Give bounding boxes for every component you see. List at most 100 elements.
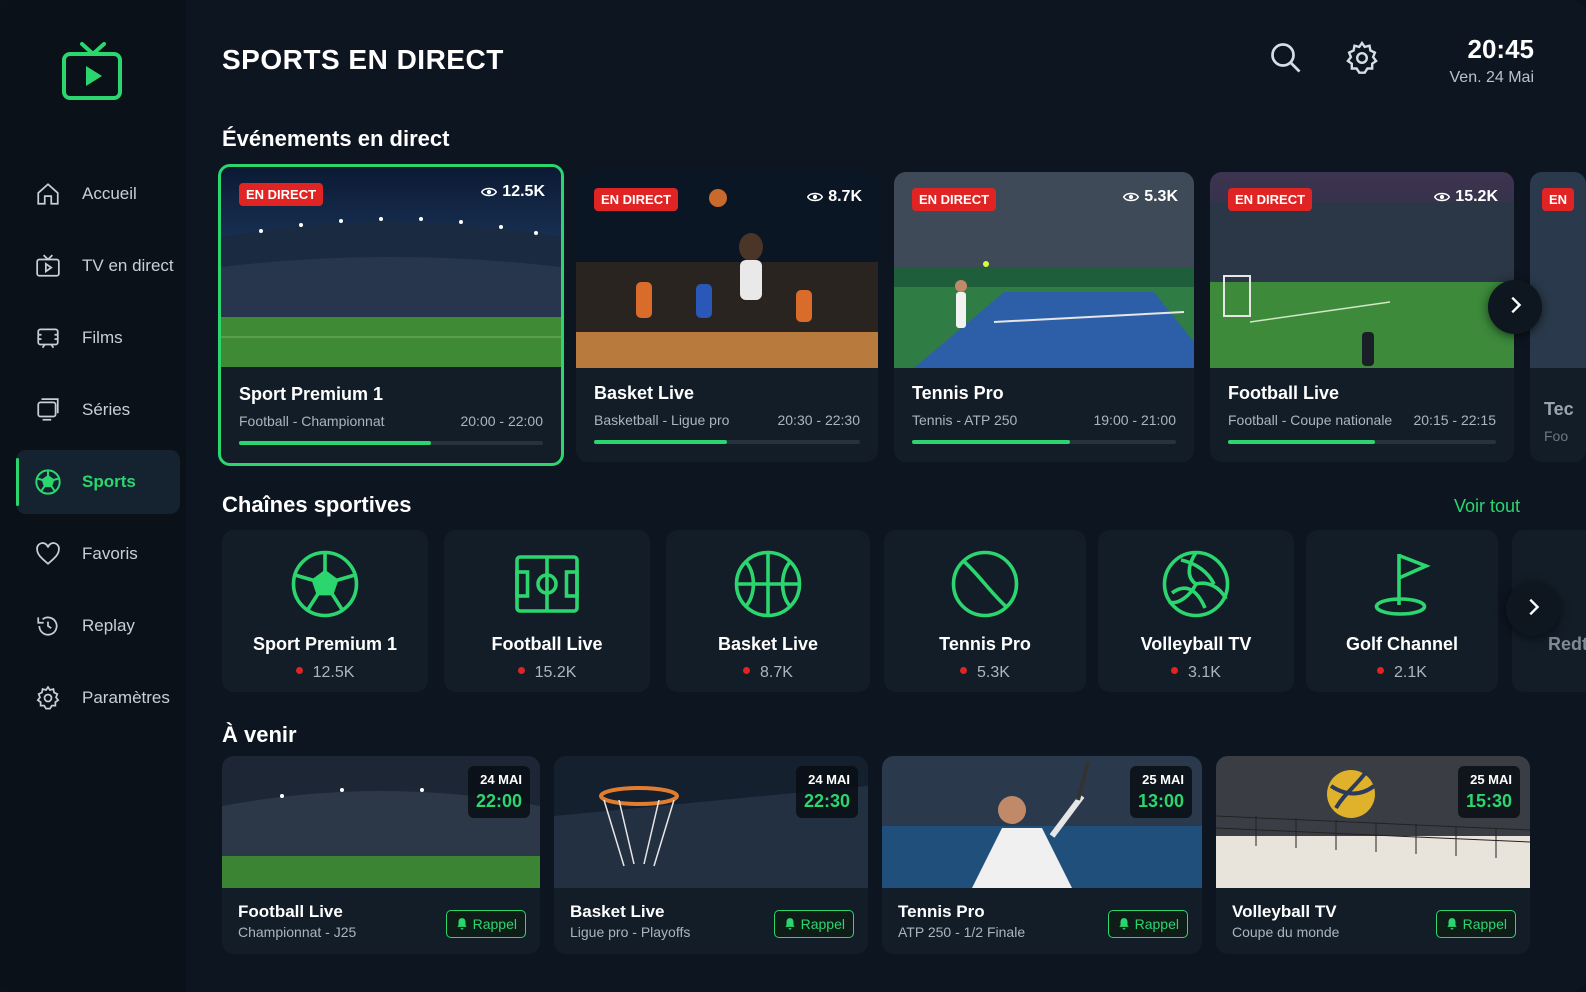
sidebar-item-label: Favoris	[82, 544, 138, 563]
card-title: Tennis Pro	[912, 383, 1004, 403]
tv-logo-icon[interactable]	[60, 40, 124, 104]
channel-viewers: 2.1K	[1306, 664, 1498, 682]
next-live-button[interactable]	[1488, 280, 1542, 334]
date-badge: 25 MAI 13:00	[1129, 766, 1192, 818]
event-date: 24 MAI	[808, 772, 850, 787]
live-badge: EN DIRECT	[912, 188, 997, 211]
sidebar-item-films[interactable]: Films	[16, 306, 180, 370]
channel-card[interactable]: Tennis Pro 5.3K	[884, 530, 1086, 692]
channel-card[interactable]: Football Live 15.2K	[444, 530, 650, 692]
event-time: 22:00	[475, 791, 522, 811]
progress-bar	[1228, 440, 1496, 444]
live-dot	[960, 667, 968, 675]
event-date: 24 MAI	[480, 772, 522, 787]
live-dot	[743, 667, 751, 675]
see-all-link[interactable]: Voir tout	[1454, 496, 1520, 517]
gear-icon	[1344, 40, 1380, 81]
event-date: 25 MAI	[1470, 772, 1512, 787]
event-time: 13:00	[1137, 791, 1184, 811]
chevron-right-icon	[1522, 596, 1544, 623]
sidebar-item-label: Replay	[82, 616, 135, 635]
date-badge: 24 MAI 22:30	[795, 766, 858, 818]
card-time: 20:00 - 22:00	[460, 413, 543, 429]
search-button[interactable]	[1266, 40, 1306, 80]
progress-bar	[912, 440, 1176, 444]
channel-viewers: 5.3K	[884, 664, 1086, 682]
date-badge: 24 MAI 22:00	[467, 766, 530, 818]
card-time: 20:15 - 22:15	[1413, 412, 1496, 428]
card-title: Football Live	[238, 902, 343, 921]
card-title: Football Live	[1228, 383, 1340, 403]
football-pitch-icon	[515, 555, 579, 613]
sidebar-item-replay[interactable]: Replay	[16, 594, 180, 658]
channel-viewers: 3.1K	[1098, 664, 1294, 682]
sidebar-item-tv-en-direct[interactable]: TV en direct	[16, 234, 180, 298]
channel-name: Tennis Pro	[939, 634, 1031, 654]
heart-icon	[34, 540, 62, 568]
reminder-button[interactable]: Rappel	[1107, 910, 1188, 938]
sidebar-item-series[interactable]: Séries	[16, 378, 180, 442]
channel-card[interactable]: Basket Live 8.7K	[666, 530, 870, 692]
upcoming-section-title: À venir	[222, 722, 297, 747]
clock-date: Ven. 24 Mai	[1449, 69, 1535, 86]
channel-viewers: 12.5K	[222, 664, 428, 682]
eye-icon	[1434, 192, 1451, 202]
sidebar-item-favoris[interactable]: Favoris	[16, 522, 180, 586]
channel-card[interactable]: Golf Channel 2.1K	[1306, 530, 1498, 692]
viewer-count: 8.7K	[807, 188, 862, 206]
reminder-button[interactable]: Rappel	[445, 910, 526, 938]
sidebar-item-label: Films	[82, 328, 123, 347]
progress-bar	[239, 441, 543, 445]
card-subtitle: Championnat - J25	[238, 924, 357, 940]
live-section-title: Événements en direct	[222, 126, 450, 151]
soccer-ball-icon	[291, 550, 359, 618]
chevron-right-icon	[1504, 294, 1526, 321]
channel-card[interactable]: Sport Premium 1 12.5K	[222, 530, 428, 692]
bell-icon	[1446, 918, 1457, 930]
live-event-card[interactable]: EN DIRECT 5.3K Tennis Pro Tennis - ATP 2…	[894, 172, 1194, 462]
channel-name: Sport Premium 1	[252, 634, 398, 654]
next-channels-button[interactable]	[1506, 582, 1560, 636]
card-subtitle: Football - Coupe nationale	[1228, 412, 1393, 428]
sidebar: Accueil TV en direct Films Séries Sports…	[0, 0, 186, 992]
sidebar-item-label: Séries	[82, 400, 131, 419]
card-subtitle: ATP 250 - 1/2 Finale	[898, 924, 1026, 940]
sidebar-item-label: Paramètres	[82, 688, 170, 707]
sidebar-item-sports[interactable]: Sports	[16, 450, 180, 514]
channel-card[interactable]: Volleyball TV 3.1K	[1098, 530, 1294, 692]
live-event-card[interactable]: EN DIRECT 12.5K Sport Premium 1 Football…	[218, 164, 564, 466]
channel-name: Golf Channel	[1346, 634, 1458, 654]
card-info: Sport Premium 1 Football - Championnat 2…	[239, 384, 543, 445]
card-time: 19:00 - 21:00	[1093, 412, 1176, 428]
channels-section-title: Chaînes sportives	[222, 492, 412, 517]
viewer-count: 5.3K	[1123, 188, 1178, 206]
reminder-button[interactable]: Rappel	[773, 910, 854, 938]
upcoming-card[interactable]: 24 MAI 22:30 Basket Live Ligue pro - Pla…	[554, 756, 868, 954]
card-title: Tec	[1544, 399, 1574, 419]
live-dot	[517, 667, 525, 675]
sidebar-item-accueil[interactable]: Accueil	[16, 162, 180, 226]
series-icon	[34, 396, 62, 424]
gear-icon	[34, 684, 62, 712]
settings-button[interactable]	[1342, 40, 1382, 80]
viewer-count: 15.2K	[1434, 188, 1498, 206]
upcoming-card[interactable]: 25 MAI 15:30 Volleyball TV Coupe du mond…	[1216, 756, 1530, 954]
upcoming-card[interactable]: 25 MAI 13:00 Tennis Pro ATP 250 - 1/2 Fi…	[882, 756, 1202, 954]
live-event-card[interactable]: EN DIRECT 8.7K Basket Live Basketball - …	[576, 172, 878, 462]
home-icon	[34, 180, 62, 208]
channel-name: Redt	[1548, 634, 1586, 654]
reminder-button[interactable]: Rappel	[1435, 910, 1516, 938]
card-info: Football Live Football - Coupe nationale…	[1228, 383, 1496, 444]
live-event-card[interactable]: EN DIRECT 15.2K Football Live Football -…	[1210, 172, 1514, 462]
clock-time: 20:45	[1467, 34, 1535, 64]
card-info: Tennis Pro Tennis - ATP 250 19:00 - 21:0…	[912, 383, 1176, 444]
sidebar-nav: Accueil TV en direct Films Séries Sports…	[16, 162, 180, 738]
event-date: 25 MAI	[1142, 772, 1184, 787]
clock: 20:45 Ven. 24 Mai	[1450, 34, 1535, 87]
card-title: Sport Premium 1	[239, 384, 384, 404]
channel-viewers: 15.2K	[444, 664, 650, 682]
sidebar-item-parametres[interactable]: Paramètres	[16, 666, 180, 730]
upcoming-card[interactable]: 24 MAI 22:00 Football Live Championnat -…	[222, 756, 540, 954]
bell-icon	[1118, 918, 1129, 930]
date-badge: 25 MAI 15:30	[1457, 766, 1520, 818]
